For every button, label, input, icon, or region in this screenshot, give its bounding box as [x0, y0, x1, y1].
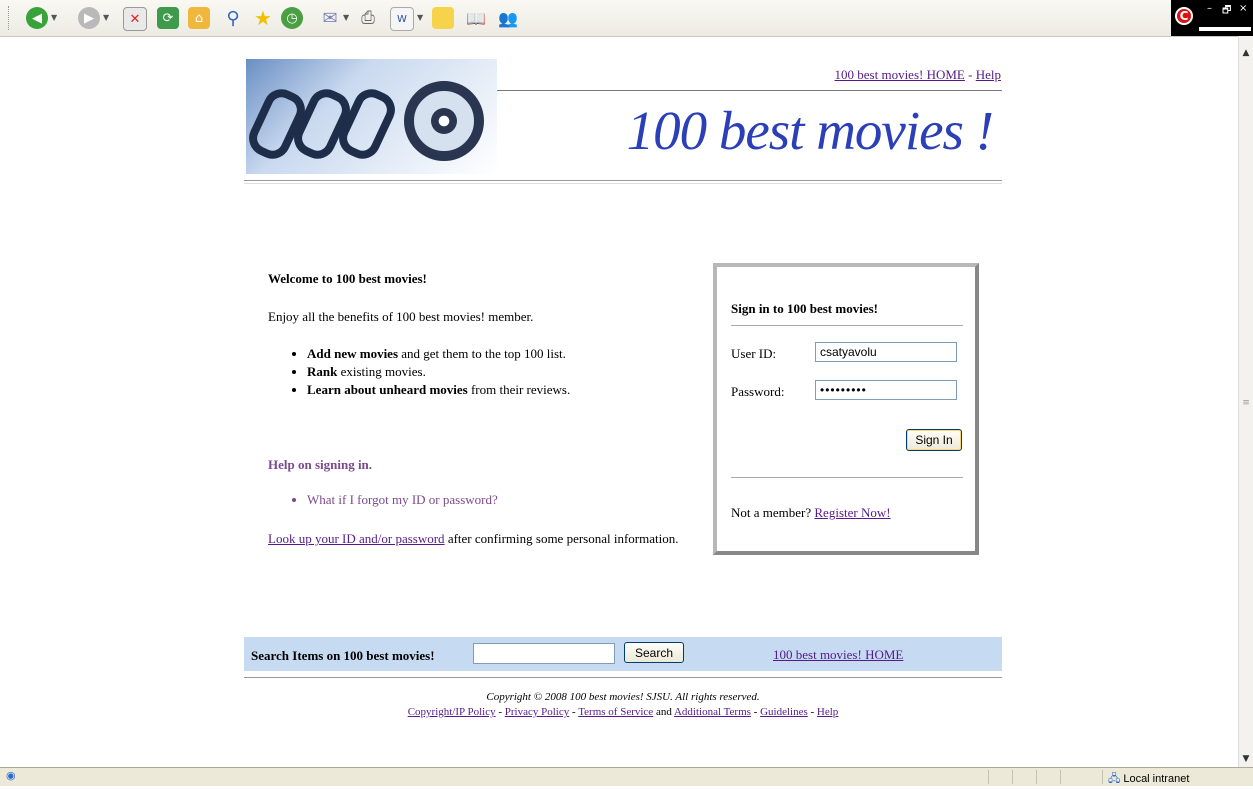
additional-terms-link[interactable]: Additional Terms: [674, 706, 751, 718]
signin-bottom-divider: [731, 477, 963, 478]
lookup-text: Look up your ID and/or password after co…: [268, 530, 688, 548]
page-status-icon: ◉: [6, 770, 16, 782]
status-bar: ◉ 🖧 Local intranet: [0, 767, 1253, 786]
film-banner-image: [246, 59, 497, 174]
status-separator: [1036, 770, 1037, 784]
help-list: What if I forgot my ID or password?: [290, 492, 498, 508]
help-link[interactable]: Help: [976, 67, 1001, 82]
mail-dropdown-icon[interactable]: ▼: [343, 13, 349, 22]
footer-and: and: [653, 706, 674, 718]
favorites-icon[interactable]: ★: [252, 6, 274, 30]
not-member-text: Not a member? Register Now!: [731, 505, 891, 521]
footer-divider: [244, 677, 1002, 678]
footer: Copyright © 2008 100 best movies! SJSU. …: [244, 690, 1002, 720]
list-item: Rank existing movies.: [307, 363, 570, 381]
signin-divider: [731, 325, 963, 326]
home-icon[interactable]: ⌂: [188, 7, 210, 29]
mail-icon[interactable]: ✉: [319, 7, 341, 29]
film-reel-icon: [404, 81, 484, 161]
header-bottom-rule: [244, 180, 1002, 184]
minimize-button[interactable]: –: [1207, 3, 1212, 14]
link-separator: -: [964, 67, 976, 82]
scroll-grip-icon[interactable]: ≡: [1239, 396, 1253, 410]
vertical-scrollbar[interactable]: ▲ ≡ ▼: [1238, 36, 1253, 767]
zone-label: Local intranet: [1123, 773, 1190, 785]
password-label: Password:: [731, 384, 785, 399]
notes-icon[interactable]: [432, 7, 454, 29]
zone-indicator: 🖧 Local intranet: [1108, 770, 1189, 789]
signin-title: Sign in to 100 best movies!: [731, 301, 878, 316]
search-button[interactable]: Search: [624, 642, 684, 663]
status-separator: [1102, 770, 1103, 784]
back-dropdown-icon[interactable]: ▼: [51, 13, 57, 22]
signin-box: Sign in to 100 best movies! User ID: Pas…: [713, 263, 979, 555]
header-divider: [497, 90, 1002, 91]
window-controls: C – 🗗 ×: [1171, 0, 1253, 36]
status-separator: [1060, 770, 1061, 784]
benefit-bold: Rank: [307, 364, 338, 379]
home-link[interactable]: 100 best movies! HOME: [835, 67, 965, 82]
lookup-rest: after confirming some personal informati…: [444, 531, 679, 546]
search-bar: Search Items on 100 best movies! Search …: [244, 637, 1002, 671]
footer-help-link[interactable]: Help: [817, 706, 838, 718]
search-label: Search Items on 100 best movies!: [251, 648, 435, 663]
stop-icon[interactable]: ✕: [123, 7, 147, 31]
search-icon[interactable]: ⚲: [222, 7, 244, 29]
privacy-policy-link[interactable]: Privacy Policy: [505, 706, 569, 718]
edit-icon[interactable]: W: [390, 7, 414, 31]
site-title: 100 best movies !: [626, 100, 994, 161]
lookup-id-link[interactable]: Look up your ID and/or password: [268, 531, 445, 546]
back-icon[interactable]: ◀: [26, 7, 48, 29]
history-icon[interactable]: ◷: [281, 7, 303, 29]
search-input[interactable]: [473, 643, 615, 664]
search-home-link[interactable]: 100 best movies! HOME: [773, 647, 903, 663]
print-icon[interactable]: ⎙: [357, 7, 379, 29]
close-button[interactable]: ×: [1239, 3, 1247, 14]
welcome-section: Welcome to 100 best movies! Enjoy all th…: [268, 271, 533, 325]
sign-in-button[interactable]: Sign In: [906, 429, 962, 451]
forgot-id-password-item[interactable]: What if I forgot my ID or password?: [307, 492, 498, 508]
footer-links: Copyright/IP Policy - Privacy Policy - T…: [407, 706, 839, 718]
benefit-text: from their reviews.: [467, 382, 571, 397]
list-item: Add new movies and get them to the top 1…: [307, 345, 570, 363]
copyright-policy-link[interactable]: Copyright/IP Policy: [408, 706, 496, 718]
toolbar-grip[interactable]: [8, 6, 12, 30]
not-member-label: Not a member?: [731, 505, 815, 520]
status-separator: [988, 770, 989, 784]
guidelines-link[interactable]: Guidelines: [760, 706, 808, 718]
restore-button[interactable]: 🗗: [1222, 3, 1231, 20]
register-link[interactable]: Register Now!: [814, 505, 890, 520]
intranet-icon: 🖧: [1108, 773, 1121, 785]
copyright-text: Copyright © 2008 100 best movies! SJSU. …: [486, 691, 760, 703]
welcome-intro: Enjoy all the benefits of 100 best movie…: [268, 309, 534, 324]
userid-label: User ID:: [731, 346, 777, 361]
refresh-icon[interactable]: ⟳: [157, 7, 179, 29]
help-signing-title: Help on signing in.: [268, 457, 373, 472]
scroll-up-icon[interactable]: ▲: [1239, 46, 1253, 60]
scroll-down-icon[interactable]: ▼: [1239, 752, 1253, 766]
benefit-bold: Learn about unheard movies: [307, 382, 468, 397]
forward-icon[interactable]: ▶: [78, 7, 100, 29]
password-field[interactable]: [815, 380, 957, 400]
edit-dropdown-icon[interactable]: ▼: [417, 13, 423, 22]
window-control-bar: [1199, 27, 1251, 31]
welcome-title: Welcome to 100 best movies!: [268, 271, 427, 286]
app-logo-icon: C: [1175, 7, 1193, 25]
forward-dropdown-icon[interactable]: ▼: [103, 13, 109, 22]
benefit-text: and get them to the top 100 list.: [398, 346, 566, 361]
top-links: 100 best movies! HOME - Help: [835, 67, 1001, 83]
status-separator: [1012, 770, 1013, 784]
benefit-text: existing movies.: [337, 364, 426, 379]
benefits-list: Add new movies and get them to the top 1…: [290, 345, 570, 399]
userid-field[interactable]: [815, 342, 957, 362]
list-item: Learn about unheard movies from their re…: [307, 381, 570, 399]
messenger-icon[interactable]: 👥: [497, 7, 519, 29]
benefit-bold: Add new movies: [307, 346, 399, 361]
research-icon[interactable]: 📖: [465, 7, 487, 29]
terms-of-service-link[interactable]: Terms of Service: [578, 706, 653, 718]
browser-toolbar: ◀ ▼ ▶ ▼ ✕ ⟳ ⌂ ⚲ ★ ◷ ✉ ▼ ⎙ W ▼ 📖 👥 C – 🗗 …: [0, 0, 1253, 37]
